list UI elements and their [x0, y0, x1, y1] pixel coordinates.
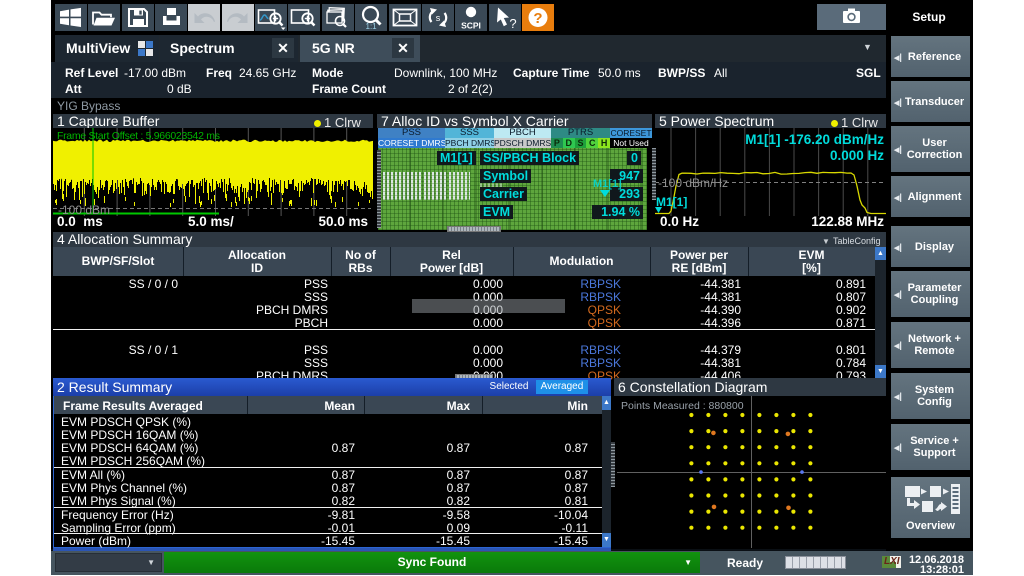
svg-text:?: ?	[533, 10, 542, 27]
svg-text:?: ?	[509, 16, 516, 31]
svg-text:1:1: 1:1	[366, 22, 378, 31]
svg-text:s: s	[436, 13, 441, 23]
svg-text:SCPI: SCPI	[461, 21, 481, 31]
